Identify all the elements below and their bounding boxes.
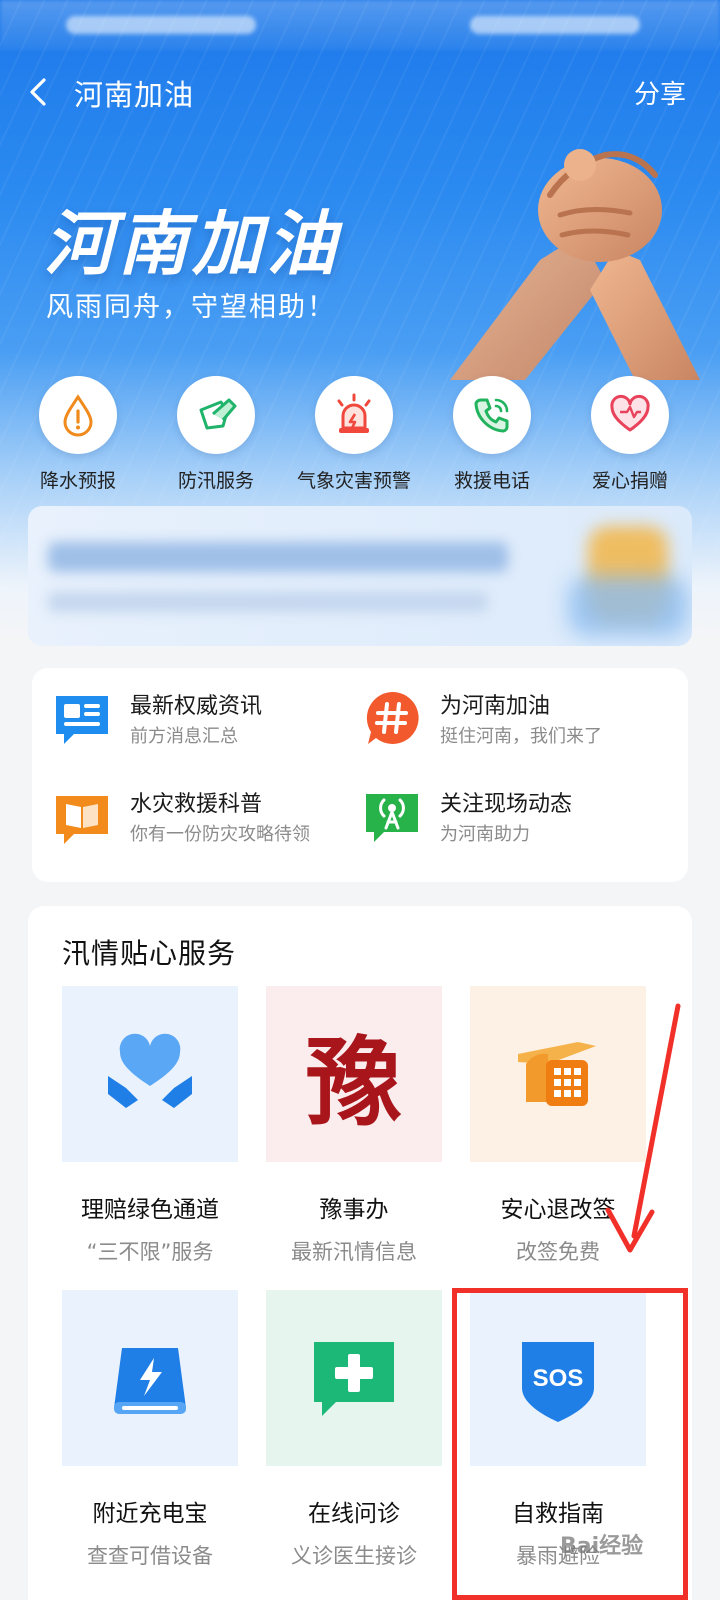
service-title: 自救指南 xyxy=(512,1501,604,1527)
power-bank-icon xyxy=(114,1348,186,1414)
phone-icon xyxy=(474,398,509,433)
share-button[interactable]: 分享 xyxy=(634,74,686,111)
flood-service-icon xyxy=(199,398,237,430)
quick-label: 救援电话 xyxy=(453,470,530,492)
nav-bar: 河南加油 分享 xyxy=(0,62,720,122)
raindrop-warning-icon xyxy=(63,394,93,437)
news-subtitle: 前方消息汇总 xyxy=(130,726,238,747)
sos-shield-icon: SOS xyxy=(522,1342,594,1422)
service-subtitle: 义诊医生接诊 xyxy=(291,1544,417,1568)
service-yushiban[interactable]: 豫 豫事办 最新汛情信息 xyxy=(266,986,442,1266)
service-image xyxy=(470,986,646,1162)
news-item-latest[interactable]: 最新权威资讯 前方消息汇总 xyxy=(52,682,362,752)
building-plane-icon xyxy=(518,1042,596,1106)
service-subtitle: “三不限”服务 xyxy=(86,1240,214,1264)
service-title: 安心退改签 xyxy=(500,1197,616,1223)
section-title: 汛情贴心服务 xyxy=(62,937,237,970)
news-title: 最新权威资讯 xyxy=(130,694,263,719)
service-image xyxy=(62,986,238,1162)
service-power-bank[interactable]: 附近充电宝 查查可借设备 xyxy=(62,1290,238,1570)
chevron-left-icon xyxy=(30,78,46,106)
quick-item-flood-service[interactable]: 防汛服务 xyxy=(146,376,286,493)
service-online-consult[interactable]: 在线问诊 义诊医生接诊 xyxy=(266,1290,442,1570)
service-image xyxy=(62,1290,238,1466)
quick-label: 爱心捐赠 xyxy=(591,470,668,492)
service-title: 在线问诊 xyxy=(308,1501,400,1527)
quick-item-donation[interactable]: 爱心捐赠 xyxy=(560,376,700,493)
service-image: 豫 xyxy=(266,986,442,1162)
news-subtitle: 为河南助力 xyxy=(440,824,530,845)
news-subtitle: 挺住河南，我们来了 xyxy=(440,726,602,747)
news-card: 最新权威资讯 前方消息汇总 为河南加油 挺住河南，我们来了 水灾救援科普 你有一… xyxy=(32,668,688,882)
alarm-light-icon xyxy=(337,393,371,433)
medical-chat-icon xyxy=(314,1342,394,1416)
news-item-live[interactable]: 关注现场动态 为河南助力 xyxy=(362,780,672,850)
clasped-hands-illustration xyxy=(450,149,700,380)
news-item-henan[interactable]: 为河南加油 挺住河南，我们来了 xyxy=(362,682,672,752)
back-button[interactable] xyxy=(22,74,58,110)
promo-banner[interactable] xyxy=(28,506,692,646)
service-title: 理赔绿色通道 xyxy=(81,1197,219,1223)
quick-label: 降水预报 xyxy=(39,470,116,492)
news-title: 关注现场动态 xyxy=(440,792,573,817)
service-image: SOS xyxy=(470,1290,646,1466)
quick-item-precipitation[interactable]: 降水预报 xyxy=(8,376,148,493)
newspaper-icon xyxy=(56,696,108,744)
news-subtitle: 你有一份防灾攻略待领 xyxy=(130,824,310,845)
service-subtitle: 改签免费 xyxy=(516,1240,600,1264)
quick-item-weather-alert[interactable]: 气象灾害预警 xyxy=(284,376,424,493)
quick-item-rescue-phone[interactable]: 救援电话 xyxy=(422,376,562,493)
hero-subtitle: 风雨同舟，守望相助！ xyxy=(46,292,336,323)
service-claims[interactable]: 理赔绿色通道 “三不限”服务 xyxy=(62,986,238,1266)
service-refund[interactable]: 安心退改签 改签免费 xyxy=(470,986,646,1266)
yu-seal-icon: 豫 xyxy=(306,1025,402,1139)
watermark: Bai经验 xyxy=(560,1534,644,1559)
nav-title: 河南加油 xyxy=(74,78,195,112)
service-image xyxy=(266,1290,442,1466)
service-subtitle: 最新汛情信息 xyxy=(291,1240,417,1264)
news-item-science[interactable]: 水灾救援科普 你有一份防灾攻略待领 xyxy=(52,780,362,850)
news-title: 水灾救援科普 xyxy=(130,792,263,817)
flood-services-card: 汛情贴心服务 理赔绿色通道 “三不限”服务 豫 豫事办 最新汛情信息 安心退改签… xyxy=(28,906,692,1600)
heart-icon xyxy=(610,394,650,432)
sos-badge-text: SOS xyxy=(533,1365,584,1392)
book-icon xyxy=(56,796,108,844)
service-title: 附近充电宝 xyxy=(92,1501,208,1527)
hashtag-icon xyxy=(366,691,419,744)
broadcast-icon xyxy=(366,794,418,842)
hero-title: 河南加油 xyxy=(44,203,340,285)
news-title: 为河南加油 xyxy=(440,694,551,719)
quick-label: 气象灾害预警 xyxy=(296,470,411,492)
service-title: 豫事办 xyxy=(319,1197,389,1223)
status-bar xyxy=(0,0,720,50)
service-subtitle: 查查可借设备 xyxy=(87,1544,213,1568)
quick-label: 防汛服务 xyxy=(177,470,254,492)
quick-actions: 降水预报 防汛服务 气象灾害预警 救援电话 爱心捐赠 xyxy=(0,376,720,496)
heart-hands-icon xyxy=(108,1033,192,1108)
